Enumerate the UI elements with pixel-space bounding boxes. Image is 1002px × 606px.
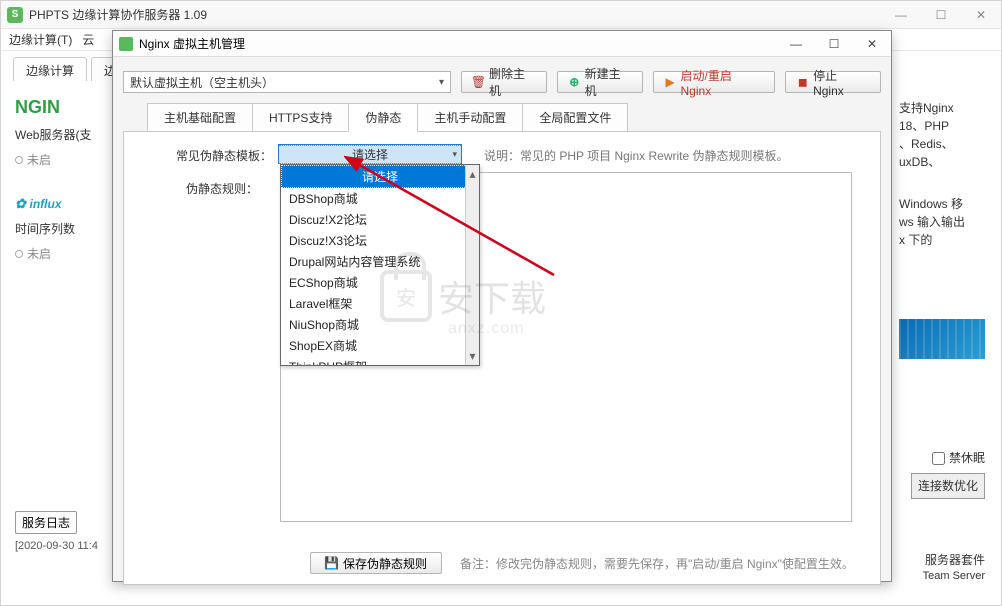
dialog-titlebar: Nginx 虚拟主机管理 — ☐ ✕: [113, 31, 891, 57]
template-dropdown: 请选择 DBShop商城 Discuz!X2论坛 Discuz!X3论坛 Dru…: [280, 164, 480, 366]
log-panel: 服务日志 [2020-09-30 11:4: [15, 511, 111, 552]
maximize-button[interactable]: ☐: [921, 1, 961, 29]
main-window-title: PHPTS 边缘计算协作服务器 1.09: [29, 6, 207, 23]
dropdown-item-ecshop[interactable]: ECShop商城: [281, 272, 479, 293]
close-button[interactable]: ✕: [961, 1, 1001, 29]
dialog-toolbar: 默认虚拟主机（空主机头） ▾ 🗑删除主机 ⊕新建主机 ▶启动/重启 Nginx …: [123, 67, 881, 97]
right-info-panel: 支持Nginx 18、PHP 、Redis、 uxDB、 Windows 移 w…: [899, 99, 985, 499]
dialog-tabstrip: 主机基础配置 HTTPS支持 伪静态 主机手动配置 全局配置文件: [147, 103, 881, 132]
dropdown-item-discuz-x3[interactable]: Discuz!X3论坛: [281, 230, 479, 251]
tab-manual-config[interactable]: 主机手动配置: [417, 103, 523, 132]
dropdown-item-discuz-x2[interactable]: Discuz!X2论坛: [281, 209, 479, 230]
save-note: 备注：修改完伪静态规则，需要先保存，再"启动/重启 Nginx"使配置生效。: [460, 555, 854, 572]
dialog-minimize-button[interactable]: —: [777, 31, 815, 57]
main-titlebar: S PHPTS 边缘计算协作服务器 1.09 — ☐ ✕: [1, 1, 1001, 29]
tab-global-config[interactable]: 全局配置文件: [522, 103, 628, 132]
dropdown-item-niushop[interactable]: NiuShop商城: [281, 314, 479, 335]
influx-logo: ✿ influx: [15, 196, 115, 212]
nginx-logo: NGIN: [15, 97, 115, 118]
dropdown-item-please-select[interactable]: 请选择: [281, 165, 479, 188]
dropdown-item-drupal[interactable]: Drupal网站内容管理系统: [281, 251, 479, 272]
dialog-bottom-row: 💾保存伪静态规则 备注：修改完伪静态规则，需要先保存，再"启动/重启 Nginx…: [124, 550, 880, 576]
dropdown-item-shopex[interactable]: ShopEX商城: [281, 335, 479, 356]
trash-icon: 🗑: [472, 76, 485, 89]
dropdown-item-laravel[interactable]: Laravel框架: [281, 293, 479, 314]
web-server-label: Web服务器(支: [15, 126, 115, 143]
dialog-title: Nginx 虚拟主机管理: [139, 35, 245, 52]
menu-edge-compute[interactable]: 边缘计算(T): [9, 31, 72, 48]
log-timestamp: [2020-09-30 11:4: [15, 540, 111, 552]
team-server-label: Team Server: [923, 567, 985, 585]
dialog-maximize-button[interactable]: ☐: [815, 31, 853, 57]
chevron-down-icon: ▾: [439, 77, 444, 88]
circuit-image: [899, 319, 985, 359]
dialog-close-button[interactable]: ✕: [853, 31, 891, 57]
hibernate-checkbox[interactable]: 禁休眠: [899, 449, 985, 467]
stop-circle-icon: ◼: [796, 76, 809, 89]
left-panel: NGIN Web服务器(支 未启 ✿ influx 时间序列数 未启: [15, 97, 115, 262]
stop-nginx-button[interactable]: ◼停止 Nginx: [785, 71, 881, 93]
vhost-select[interactable]: 默认虚拟主机（空主机头） ▾: [123, 71, 451, 93]
conn-optimize-button[interactable]: 连接数优化: [911, 473, 985, 499]
play-circle-icon: ▶: [664, 76, 677, 89]
nginx-vhost-dialog: Nginx 虚拟主机管理 — ☐ ✕ 默认虚拟主机（空主机头） ▾ 🗑删除主机 …: [112, 30, 892, 582]
status-dot-icon: [15, 250, 23, 258]
template-label: 常见伪静态模板：: [138, 144, 278, 164]
app-logo-icon: S: [7, 7, 23, 23]
rules-label: 伪静态规则：: [124, 180, 264, 197]
template-combobox[interactable]: 请选择 ▾: [278, 144, 462, 164]
delete-host-button[interactable]: 🗑删除主机: [461, 71, 547, 93]
menu-cloud[interactable]: 云: [82, 31, 94, 48]
template-hint: 说明：常见的 PHP 项目 Nginx Rewrite 伪静态规则模板。: [484, 144, 788, 164]
plus-circle-icon: ⊕: [568, 76, 581, 89]
tab-rewrite[interactable]: 伪静态: [348, 103, 418, 132]
new-host-button[interactable]: ⊕新建主机: [557, 71, 643, 93]
timeseries-label: 时间序列数: [15, 220, 115, 237]
log-title[interactable]: 服务日志: [15, 511, 77, 534]
nginx-status: 未启: [15, 151, 115, 168]
save-rules-button[interactable]: 💾保存伪静态规则: [310, 552, 442, 574]
dialog-body: 常见伪静态模板： 请选择 ▾ 说明：常见的 PHP 项目 Nginx Rewri…: [123, 131, 881, 585]
dialog-logo-icon: [119, 37, 133, 51]
floppy-icon: 💾: [325, 557, 338, 570]
dropdown-scrollbar[interactable]: ▴▾: [465, 165, 479, 365]
minimize-button[interactable]: —: [881, 1, 921, 29]
chevron-down-icon: ▾: [452, 149, 457, 160]
restart-nginx-button[interactable]: ▶启动/重启 Nginx: [653, 71, 776, 93]
dropdown-item-thinkphp[interactable]: ThinkPHP框架: [281, 356, 479, 365]
tab-https[interactable]: HTTPS支持: [252, 103, 349, 132]
status-dot-icon: [15, 156, 23, 164]
tab-edge-compute[interactable]: 边缘计算: [13, 57, 87, 81]
influx-status: 未启: [15, 245, 115, 262]
dropdown-item-dbshop[interactable]: DBShop商城: [281, 188, 479, 209]
tab-basic-config[interactable]: 主机基础配置: [147, 103, 253, 132]
